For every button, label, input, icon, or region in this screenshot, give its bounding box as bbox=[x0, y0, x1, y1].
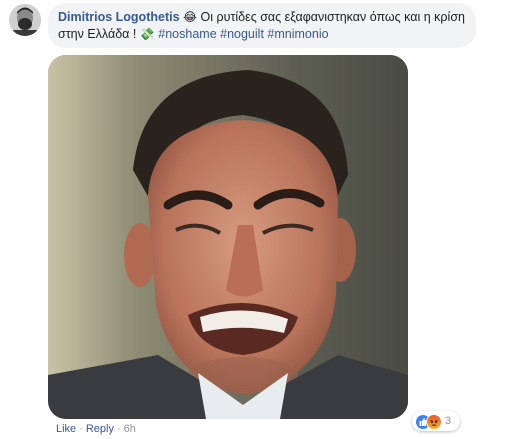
money-emoji-icon: 💸 bbox=[139, 27, 155, 41]
hashtag-mnimonio[interactable]: #mnimonio bbox=[267, 27, 328, 41]
comment-text: Dimitrios Logothetis 😂 Οι ρυτίδες σας εξ… bbox=[58, 9, 468, 43]
laughing-emoji-icon: 😂 bbox=[183, 10, 198, 24]
comment-actions: Like · Reply · 6h bbox=[56, 423, 136, 435]
hashtag-noguilt[interactable]: #noguilt bbox=[220, 27, 264, 41]
separator: · bbox=[79, 423, 83, 435]
like-link[interactable]: Like bbox=[56, 423, 76, 435]
comment-bubble: Dimitrios Logothetis 😂 Οι ρυτίδες σας εξ… bbox=[48, 3, 476, 48]
separator: · bbox=[116, 423, 121, 435]
hashtag-noshame[interactable]: #noshame bbox=[158, 27, 216, 41]
timestamp-link[interactable]: 6h bbox=[124, 423, 136, 435]
reactions-summary[interactable]: 3 bbox=[412, 411, 460, 431]
author-name[interactable]: Dimitrios Logothetis bbox=[58, 10, 180, 24]
angry-icon bbox=[426, 414, 442, 430]
reply-link[interactable]: Reply bbox=[86, 423, 114, 435]
comment-gif-image[interactable] bbox=[48, 55, 408, 419]
avatar[interactable] bbox=[9, 4, 41, 36]
reaction-count: 3 bbox=[445, 415, 452, 427]
